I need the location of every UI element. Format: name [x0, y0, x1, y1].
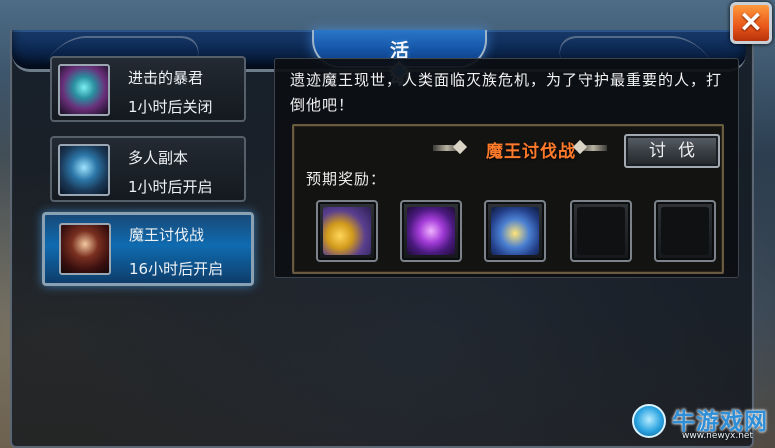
reward-slot-empty	[570, 200, 632, 262]
reward-slot[interactable]	[316, 200, 378, 262]
empty-slot	[661, 207, 709, 255]
dungeon-portrait-icon	[58, 144, 110, 196]
activity-name: 魔王讨伐战	[129, 226, 205, 244]
reward-slot-empty	[654, 200, 716, 262]
activity-status: 1小时后开启	[128, 178, 213, 196]
event-box: 魔王讨伐战 讨伐 预期奖励：	[292, 124, 724, 274]
activity-item-tyrant[interactable]: 进击的暴君 1小时后关闭	[50, 56, 246, 122]
activity-item-demon-king[interactable]: 魔王讨伐战 16小时后开启	[42, 212, 254, 286]
activity-status: 1小时后关闭	[128, 98, 213, 116]
reward-label: 预期奖励：	[306, 170, 387, 188]
activity-window: 活 动 进击的暴君 1小时后关闭 多人副本 1小时后开启 魔王讨伐战 16小时后…	[10, 30, 754, 448]
watermark-logo-icon	[632, 404, 666, 438]
watermark-url: www.newyx.net	[682, 431, 754, 441]
activity-detail-panel: 遗迹魔王现世，人类面临灭族危机，为了守护最重要的人，打倒他吧！ 魔王讨伐战 讨伐…	[274, 58, 739, 278]
right-arrow-ornament-icon	[579, 145, 607, 151]
activity-item-dungeon[interactable]: 多人副本 1小时后开启	[50, 136, 246, 202]
left-arrow-ornament-icon	[433, 145, 461, 151]
activity-name: 进击的暴君	[128, 69, 204, 87]
fight-button[interactable]: 讨伐	[624, 134, 720, 168]
gold-coins-icon	[323, 207, 371, 255]
purple-crystal-icon	[407, 207, 455, 255]
demon-king-portrait-icon	[59, 223, 111, 275]
activity-name: 多人副本	[128, 149, 189, 167]
tyrant-portrait-icon	[58, 64, 110, 116]
reward-slot[interactable]	[400, 200, 462, 262]
reward-slot[interactable]	[484, 200, 546, 262]
close-button[interactable]: ×	[730, 2, 772, 44]
activity-description: 遗迹魔王现世，人类面临灭族危机，为了守护最重要的人，打倒他吧！	[290, 71, 723, 114]
empty-slot	[577, 207, 625, 255]
event-title-group: 魔王讨伐战	[431, 137, 621, 162]
activity-status: 16小时后开启	[129, 260, 224, 278]
site-watermark: 牛游戏网 www.newyx.net	[632, 402, 772, 446]
treasure-chest-icon	[491, 207, 539, 255]
